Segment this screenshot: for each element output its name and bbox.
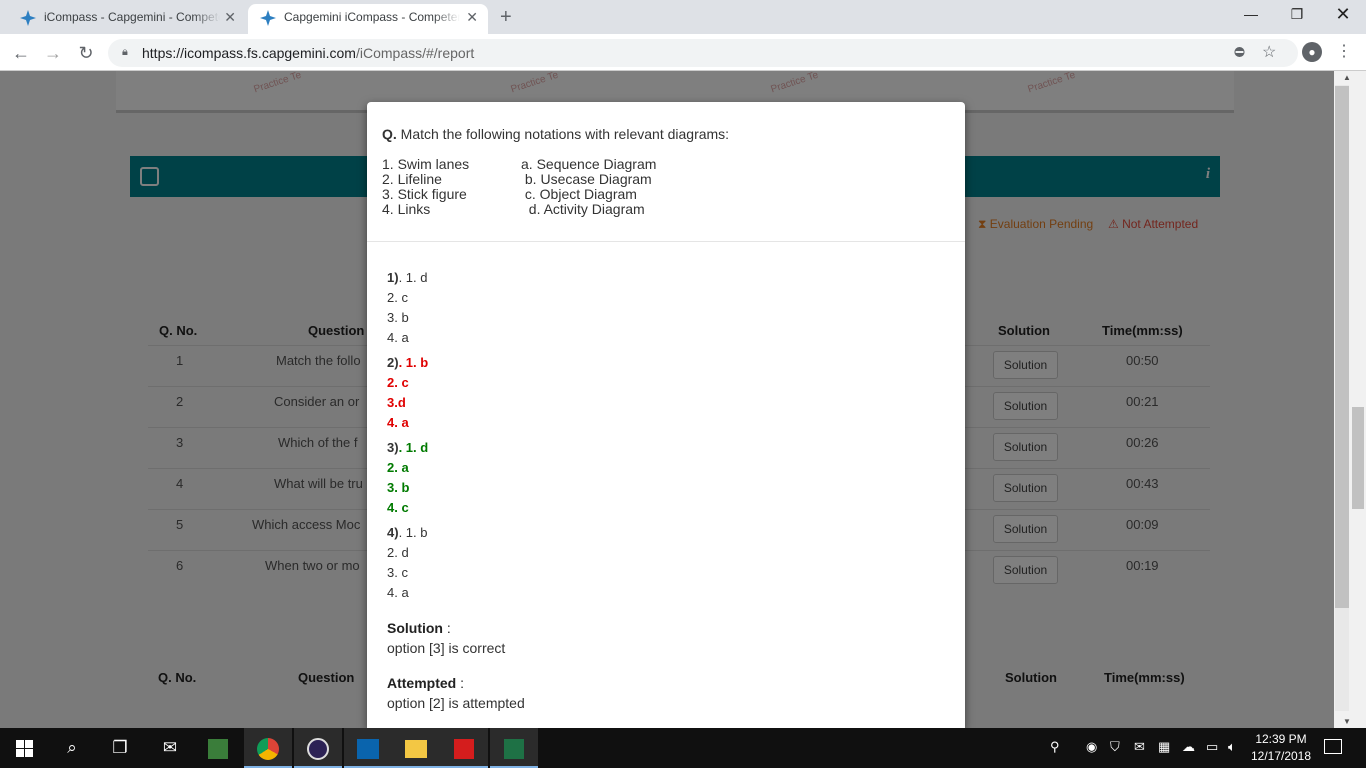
browser-tab-active[interactable]: Capgemini iCompass - Competency ✕ (248, 4, 488, 34)
question-heading: Q. Match the following notations with re… (382, 126, 730, 142)
page-scroll-thumb[interactable] (1352, 407, 1364, 509)
url-text[interactable]: https://icompass.fs.capgemini.com/iCompa… (142, 45, 474, 61)
match-right-item: a. Sequence Diagram (521, 156, 657, 172)
minimize-icon[interactable]: — (1228, 0, 1274, 30)
mail-icon[interactable]: ✉ (146, 728, 194, 768)
close-tab-icon[interactable]: ✕ (466, 4, 478, 30)
security-shield-icon[interactable]: ⛉ (1110, 739, 1120, 755)
page-scrollbar[interactable]: ▲ ▼ (1334, 71, 1366, 728)
match-left-item: 4. Links (382, 201, 431, 217)
people-icon[interactable]: ⚲ (1050, 739, 1060, 755)
match-left-item: 2. Lifeline (382, 171, 442, 187)
lock-icon[interactable]: 🔒︎ (122, 46, 128, 59)
blocked-content-icon[interactable]: ⛔︎ (1234, 44, 1245, 60)
task-view-icon[interactable]: ❐ (96, 728, 144, 768)
display-icon[interactable]: ▭ (1206, 739, 1218, 755)
new-tab-plus-icon[interactable]: + (500, 4, 512, 30)
forward-arrow-icon[interactable]: → (40, 40, 66, 66)
close-tab-icon[interactable]: ✕ (224, 4, 236, 30)
outlook-icon[interactable] (344, 728, 392, 768)
chrome-icon[interactable] (244, 728, 292, 768)
restore-window-icon[interactable]: ❐ (1274, 0, 1320, 30)
reload-icon[interactable]: ↻ (73, 40, 99, 66)
windows-start-icon[interactable] (0, 728, 48, 768)
volume-icon[interactable]: 🔈︎ (1228, 739, 1236, 755)
app-chart-icon[interactable] (194, 728, 242, 768)
excel-icon[interactable] (490, 728, 538, 768)
search-icon[interactable]: ⌕ (48, 728, 96, 768)
clock-date: 12/17/2018 (1250, 749, 1312, 763)
tab-title: iCompass - Capgemini - Competency (44, 10, 220, 24)
page-scroll-track[interactable] (1351, 85, 1365, 711)
network-globe-icon[interactable]: ◉ (1086, 739, 1097, 755)
action-center-icon[interactable] (1324, 739, 1342, 754)
tab-title: Capgemini iCompass - Competency (284, 10, 460, 24)
option-2-attempted: 2). 1. b 2. c 3.d 4. a (387, 355, 429, 430)
back-arrow-icon[interactable]: ← (8, 40, 34, 66)
scroll-down-arrow-icon[interactable]: ▼ (1343, 717, 1351, 726)
attempted-label: Attempted : (387, 675, 465, 691)
profile-avatar-icon[interactable]: ● (1302, 42, 1322, 62)
app-tray-icon[interactable]: ▦ (1158, 739, 1170, 755)
bookmark-star-icon[interactable]: ☆ (1262, 42, 1276, 62)
windows-taskbar: ⌕ ❐ ✉ ⚲ ◉ ⛉ ✉ ▦ ☁ ▭ 🔈︎ 12:39 PM 12/17/20… (0, 728, 1366, 768)
option-4: 4). 1. b 2. d 3. c 4. a (387, 525, 428, 600)
mail-tray-icon[interactable]: ✉ (1134, 739, 1145, 755)
modal-scroll-thumb[interactable] (1335, 86, 1349, 608)
address-bar[interactable]: 🔒︎ https://icompass.fs.capgemini.com/iCo… (108, 39, 1298, 67)
modal-divider (367, 241, 965, 242)
close-window-icon[interactable]: ✕ (1320, 0, 1366, 30)
file-explorer-icon[interactable] (392, 728, 440, 768)
system-clock[interactable]: 12:39 PM 12/17/2018 (1248, 731, 1314, 765)
icompass-favicon-icon (260, 10, 276, 26)
tab-strip: iCompass - Capgemini - Competency ✕ Capg… (0, 0, 1366, 34)
clock-time: 12:39 PM (1255, 732, 1307, 746)
browser-tab-inactive[interactable]: iCompass - Capgemini - Competency ✕ (8, 4, 246, 34)
address-toolbar: ← → ↻ 🔒︎ https://icompass.fs.capgemini.c… (0, 34, 1366, 71)
attempted-text: option [2] is attempted (387, 695, 525, 711)
onedrive-cloud-icon[interactable]: ☁ (1182, 739, 1195, 755)
match-left-item: 3. Stick figure (382, 186, 467, 202)
option-3-correct: 3). 1. d 2. a 3. b 4. c (387, 440, 429, 515)
match-right-item: c. Object Diagram (521, 186, 637, 202)
match-right-item: d. Activity Diagram (521, 201, 645, 217)
match-right-column: a. Sequence Diagram b. Usecase Diagram c… (521, 157, 656, 217)
match-left-column: 1. Swim lanes 2. Lifeline 3. Stick figur… (382, 157, 469, 217)
solution-label: Solution : (387, 620, 451, 636)
option-1: 1). 1. d 2. c 3. b 4. a (387, 270, 428, 345)
match-left-item: 1. Swim lanes (382, 156, 470, 172)
browser-menu-icon[interactable]: ⋮ (1336, 42, 1352, 62)
icompass-favicon-icon (20, 10, 36, 26)
scroll-up-arrow-icon[interactable]: ▲ (1343, 73, 1351, 82)
acrobat-icon[interactable] (440, 728, 488, 768)
eclipse-icon[interactable] (294, 728, 342, 768)
solution-modal: Q. Match the following notations with re… (367, 102, 965, 728)
match-right-item: b. Usecase Diagram (521, 171, 652, 187)
solution-text: option [3] is correct (387, 640, 506, 656)
